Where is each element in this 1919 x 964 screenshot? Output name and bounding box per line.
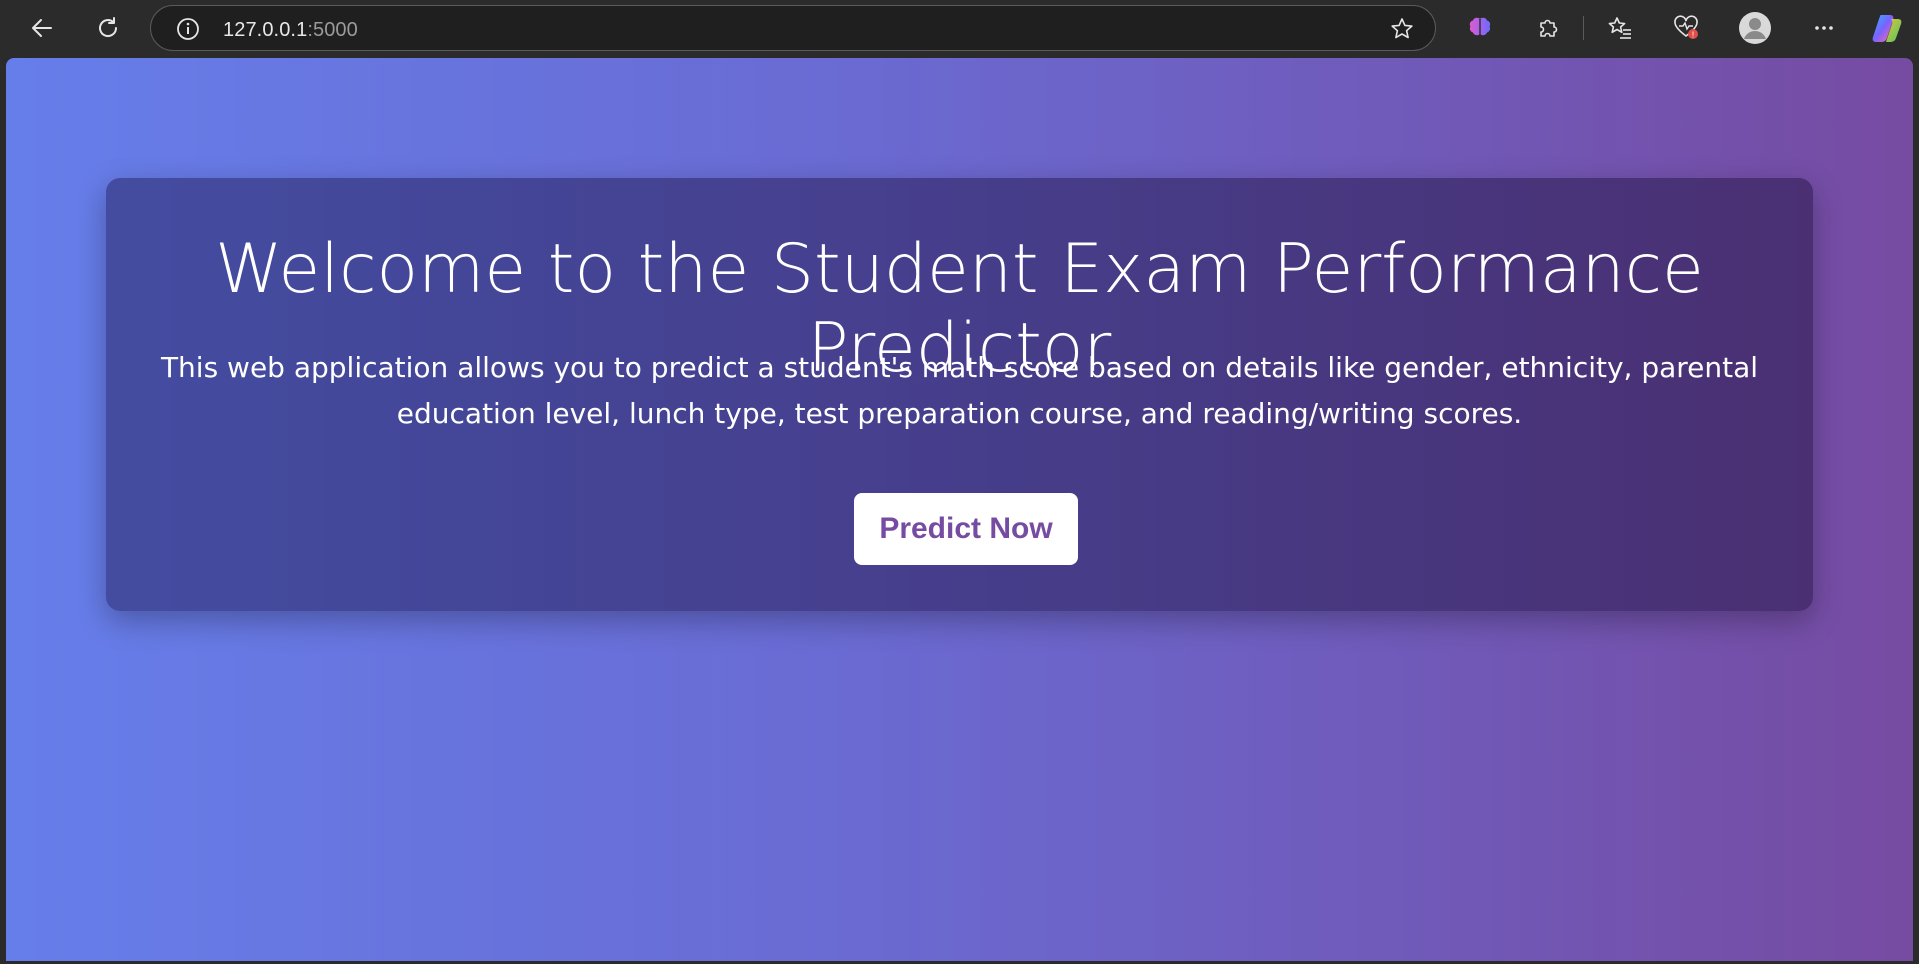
favorites-button[interactable] [1598, 6, 1642, 50]
copilot-brain-button[interactable] [1458, 6, 1502, 50]
copilot-icon [1872, 15, 1902, 42]
more-icon [1815, 26, 1833, 30]
hero-card: Welcome to the Student Exam Performance … [106, 178, 1813, 611]
url-text[interactable]: 127.0.0.1:5000 [223, 19, 358, 42]
copilot-button[interactable] [1865, 6, 1909, 50]
favorites-icon [1608, 17, 1631, 39]
page-viewport: Welcome to the Student Exam Performance … [6, 58, 1913, 961]
reload-button[interactable] [86, 6, 130, 50]
info-icon[interactable] [175, 16, 201, 47]
page-description: This web application allows you to predi… [160, 351, 1759, 430]
star-icon[interactable] [1389, 16, 1415, 47]
reload-icon [99, 17, 118, 37]
toolbar-divider [1583, 16, 1584, 40]
avatar-icon [1739, 12, 1771, 44]
extensions-button[interactable] [1526, 6, 1570, 50]
svg-text:!: ! [1692, 31, 1694, 40]
puzzle-icon [1540, 19, 1558, 37]
settings-menu-button[interactable] [1802, 6, 1846, 50]
predict-now-button[interactable]: Predict Now [854, 493, 1078, 565]
browser-toolbar: 127.0.0.1:5000 ! [0, 0, 1919, 56]
health-button[interactable]: ! [1664, 6, 1708, 50]
url-host: 127.0.0.1 [223, 19, 308, 41]
profile-button[interactable] [1733, 6, 1777, 50]
heart-icon: ! [1674, 15, 1698, 40]
arrow-left-icon [32, 19, 52, 37]
url-port: :5000 [307, 19, 358, 41]
brain-icon [1469, 17, 1491, 36]
address-bar[interactable]: 127.0.0.1:5000 [150, 5, 1436, 51]
back-button[interactable] [20, 6, 64, 50]
